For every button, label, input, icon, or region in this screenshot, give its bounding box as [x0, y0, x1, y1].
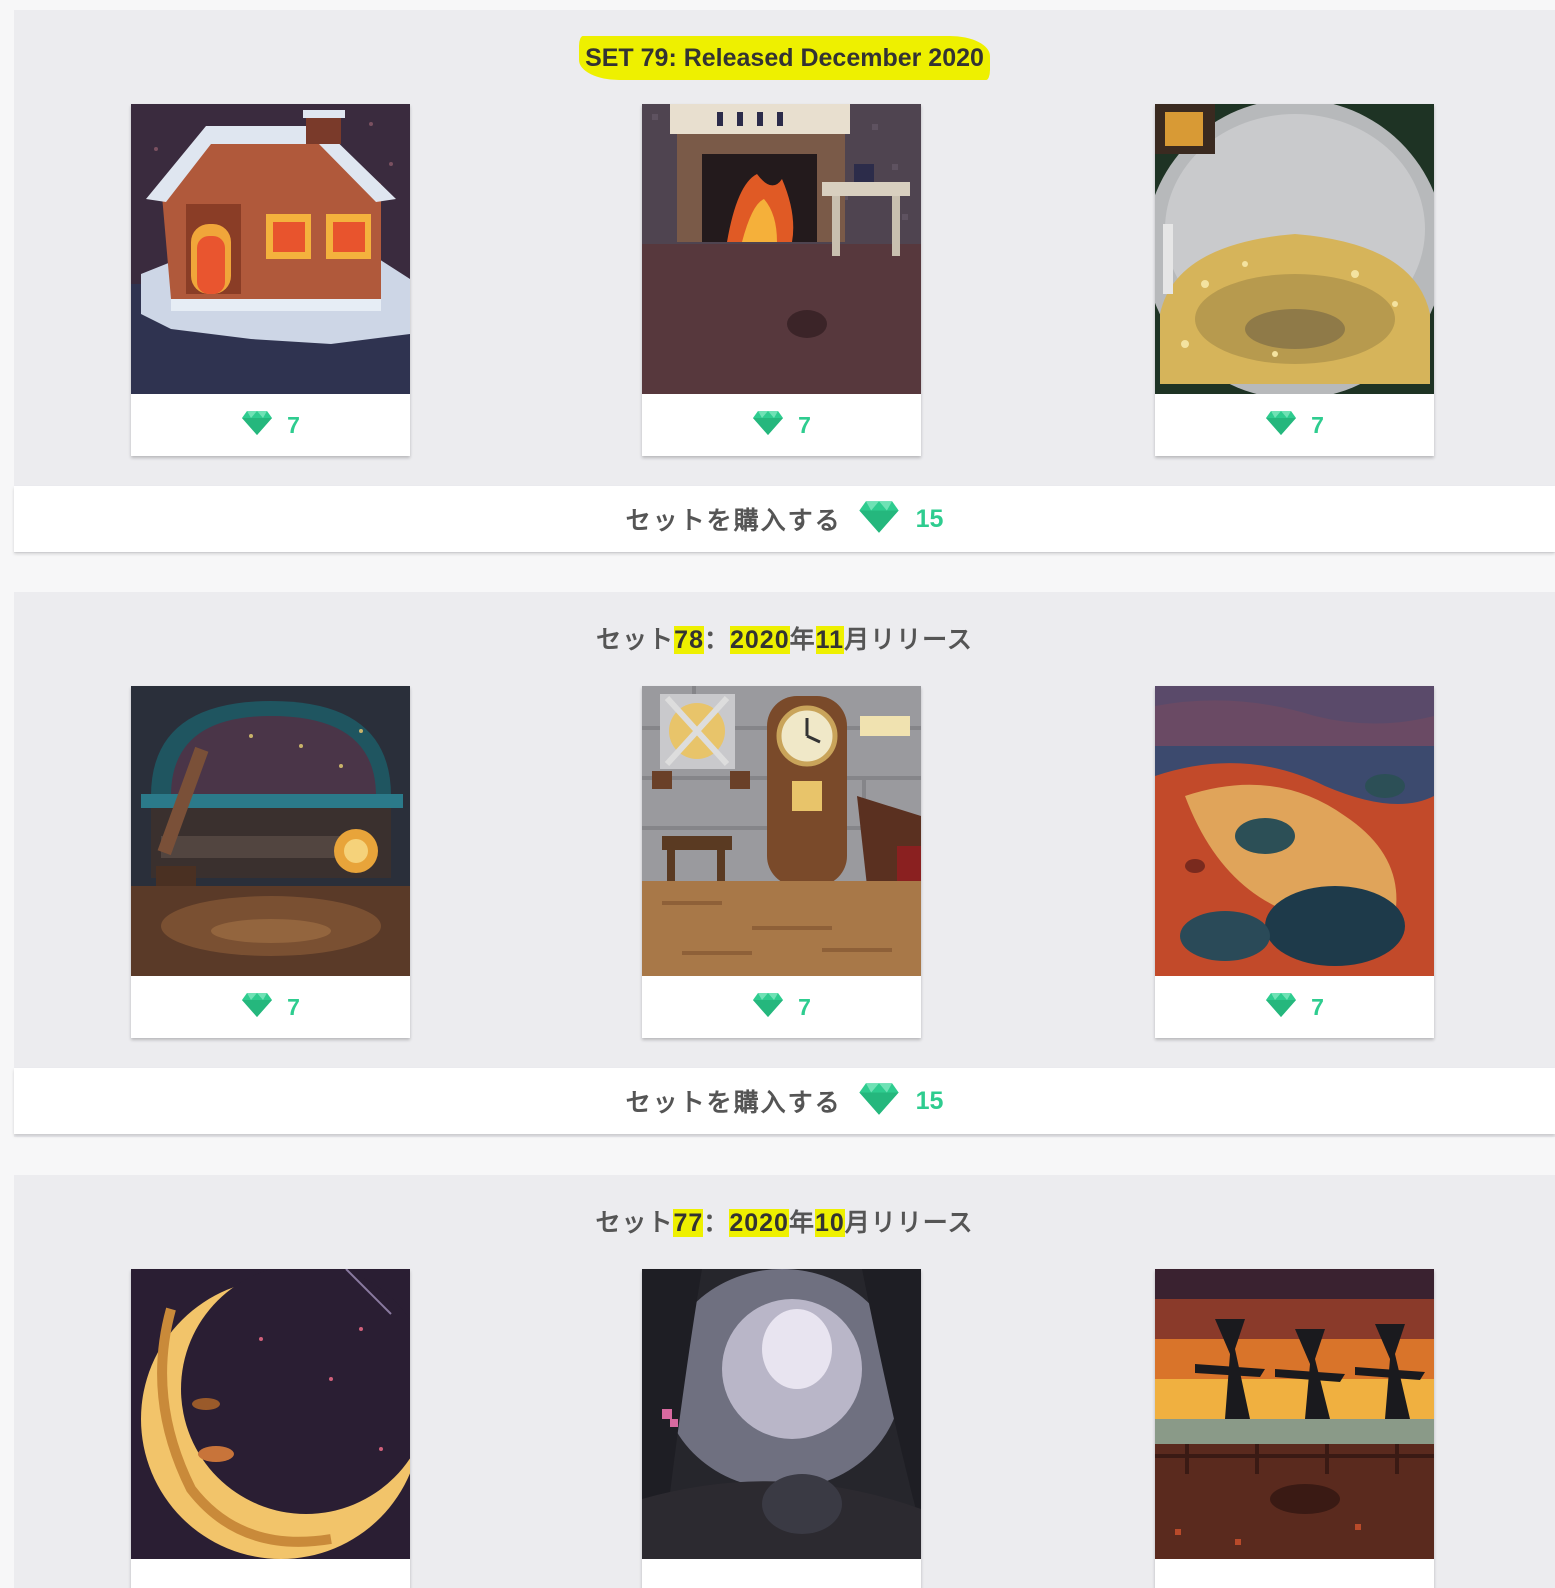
price-value: 7	[798, 993, 811, 1020]
artwork-thumbnail-gingerbread-house[interactable]	[131, 104, 410, 394]
artwork-card-grandfather-clock-room[interactable]: 7	[642, 686, 921, 1038]
set-title-row: SET 79: Released December 2020	[14, 36, 1555, 80]
set-title-part-highlight: 2020	[730, 626, 790, 654]
artwork-card-snow-globe[interactable]: 7	[1155, 104, 1434, 456]
gem-icon	[752, 992, 784, 1023]
set-title-part: 月リリース	[844, 626, 973, 654]
grandfather-clock-room-image	[642, 686, 921, 976]
set-title-part: セット	[595, 1209, 674, 1237]
set-section-77: セット77：2020年10月リリース	[14, 1175, 1555, 1588]
price-tag: 7	[642, 976, 921, 1038]
artwork-thumbnail-lava-planet[interactable]	[1155, 686, 1434, 976]
gem-icon	[241, 410, 273, 441]
set-title: セット78：2020年11月リリース	[590, 618, 979, 662]
artwork-card-sunset-scarecrows[interactable]	[1155, 1269, 1434, 1588]
artwork-card-wizard-window[interactable]: 7	[131, 686, 410, 1038]
artwork-thumbnail-wizard-window[interactable]	[131, 686, 410, 976]
price-value: 7	[1311, 411, 1324, 438]
gem-icon	[752, 410, 784, 441]
pixel-art-shop-page: SET 79: Released December 2020 7 7 7 セット…	[0, 0, 1555, 1588]
gem-icon	[1265, 410, 1297, 441]
artwork-thumbnail-crescent-moon[interactable]	[131, 1269, 410, 1559]
buy-set-label: セットを購入する	[625, 507, 842, 535]
buy-set-price: 15	[915, 504, 944, 533]
artwork-thumbnail-fireplace-room[interactable]	[642, 104, 921, 394]
wizard-window-image	[131, 686, 410, 976]
set-title-part: セット	[596, 626, 675, 654]
set-title-part-highlight: 11	[815, 626, 845, 654]
buy-set-price: 15	[915, 1086, 944, 1115]
gem-icon	[858, 500, 900, 539]
set-title-part: ：	[703, 1209, 730, 1237]
gingerbread-house-image	[131, 104, 410, 394]
price-value: 7	[1311, 993, 1324, 1020]
price-value: 7	[287, 411, 300, 438]
artwork-thumbnail-grandfather-clock-room[interactable]	[642, 686, 921, 976]
artwork-card-lava-planet[interactable]: 7	[1155, 686, 1434, 1038]
price-tag: 7	[642, 394, 921, 456]
set-title-row: セット78：2020年11月リリース	[14, 618, 1555, 662]
price-tag: 7	[131, 976, 410, 1038]
fireplace-room-image	[642, 104, 921, 394]
artwork-thumbnail-snow-globe[interactable]	[1155, 104, 1434, 394]
set-title-part: 年	[788, 1209, 815, 1237]
price-value: 7	[287, 993, 300, 1020]
set-title-part-highlight: 77	[673, 1209, 704, 1237]
price-tag: 7	[1155, 394, 1434, 456]
snow-globe-image	[1155, 104, 1434, 394]
artwork-thumbnail-sunset-scarecrows[interactable]	[1155, 1269, 1434, 1559]
buy-set-label: セットを購入する	[625, 1089, 842, 1117]
price-tag: 7	[131, 394, 410, 456]
buy-set-button[interactable]: セットを購入する 15	[14, 486, 1555, 552]
price-value: 7	[798, 411, 811, 438]
set-title-part: 年	[789, 626, 816, 654]
set-title-part: ：	[703, 626, 730, 654]
set-title: セット77：2020年10月リリース	[589, 1201, 979, 1245]
gem-icon	[1265, 992, 1297, 1023]
set-title-part: SET 79: Released December 2020	[585, 44, 984, 72]
set-section-78: セット78：2020年11月リリース 7 7 7 セットを購入する 15	[14, 592, 1555, 1137]
set-title-part-highlight: 2020	[729, 1209, 789, 1237]
artwork-card-gingerbread-house[interactable]: 7	[131, 104, 410, 456]
artwork-card-fireplace-room[interactable]: 7	[642, 104, 921, 456]
artwork-card-misty-forest[interactable]	[642, 1269, 921, 1588]
set-section-79: SET 79: Released December 2020 7 7 7 セット…	[14, 10, 1555, 553]
set-title-row: セット77：2020年10月リリース	[14, 1201, 1555, 1245]
artwork-card-crescent-moon[interactable]	[131, 1269, 410, 1588]
misty-forest-image	[642, 1269, 921, 1559]
lava-planet-image	[1155, 686, 1434, 976]
set-title-part-highlight: 78	[674, 626, 704, 654]
artwork-thumbnail-misty-forest[interactable]	[642, 1269, 921, 1559]
gem-icon	[241, 992, 273, 1023]
buy-set-button[interactable]: セットを購入する 15	[14, 1068, 1555, 1134]
gem-icon	[858, 1082, 900, 1121]
set-title-part-highlight: 10	[814, 1209, 845, 1237]
price-tag: 7	[1155, 976, 1434, 1038]
set-title: SET 79: Released December 2020	[579, 36, 990, 80]
crescent-moon-image	[131, 1269, 410, 1559]
sunset-scarecrows-image	[1155, 1269, 1434, 1559]
set-title-part: 月リリース	[844, 1209, 974, 1237]
